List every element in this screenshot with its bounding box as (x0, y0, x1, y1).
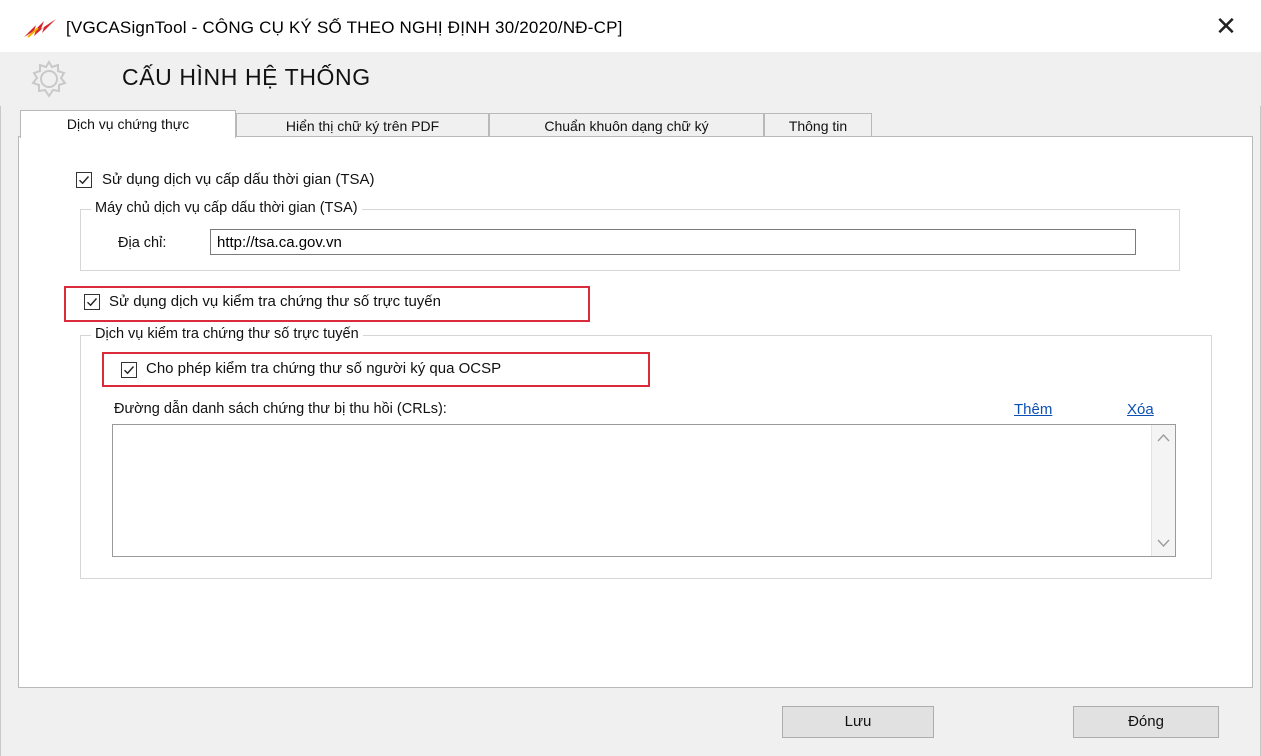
vgca-logo-icon (24, 19, 56, 38)
crl-list-textarea[interactable] (112, 424, 1176, 557)
title-bar: [VGCASignTool - CÔNG CỤ KÝ SỐ THEO NGHỊ … (0, 0, 1261, 52)
dialog-title: CẤU HÌNH HỆ THỐNG (122, 64, 371, 90)
checkmark-icon (124, 366, 135, 375)
tab-certification-service[interactable]: Dịch vụ chứng thực (20, 110, 236, 138)
scroll-down-arrow-icon[interactable] (1157, 538, 1170, 548)
scroll-up-arrow-icon[interactable] (1157, 433, 1170, 443)
crl-list-scrollbar[interactable] (1151, 425, 1175, 556)
tab-pdf-signature-display[interactable]: Hiển thị chữ ký trên PDF (236, 113, 489, 137)
add-crl-link[interactable]: Thêm (1014, 401, 1052, 418)
save-button[interactable]: Lưu (782, 706, 934, 738)
gear-icon (31, 60, 67, 98)
tsa-checkbox-label: Sử dụng dịch vụ cấp dấu thời gian (TSA) (102, 171, 375, 188)
checkmark-icon (79, 176, 90, 185)
close-window-button[interactable]: ✕ (1206, 6, 1246, 46)
window-title: [VGCASignTool - CÔNG CỤ KÝ SỐ THEO NGHỊ … (66, 18, 623, 37)
window-border-left (0, 52, 1, 756)
delete-crl-link[interactable]: Xóa (1127, 401, 1154, 418)
ocsp-checkbox[interactable] (121, 362, 137, 378)
tsa-address-input[interactable] (210, 229, 1136, 255)
tsa-server-group-title: Máy chủ dịch vụ cấp dấu thời gian (TSA) (91, 200, 362, 216)
online-check-checkbox[interactable] (84, 294, 100, 310)
tsa-checkbox[interactable] (76, 172, 92, 188)
checkmark-icon (87, 298, 98, 307)
tab-signature-format[interactable]: Chuẩn khuôn dạng chữ ký (489, 113, 764, 137)
ocsp-checkbox-label: Cho phép kiểm tra chứng thư số người ký … (146, 360, 502, 377)
close-button[interactable]: Đóng (1073, 706, 1219, 738)
online-check-checkbox-label: Sử dụng dịch vụ kiểm tra chứng thư số tr… (109, 293, 441, 310)
online-check-group-title: Dịch vụ kiểm tra chứng thư số trực tuyến (91, 326, 363, 342)
crl-list-label: Đường dẫn danh sách chứng thư bị thu hồi… (114, 401, 447, 417)
address-label: Địa chỉ: (118, 235, 167, 251)
tab-info[interactable]: Thông tin (764, 113, 872, 137)
